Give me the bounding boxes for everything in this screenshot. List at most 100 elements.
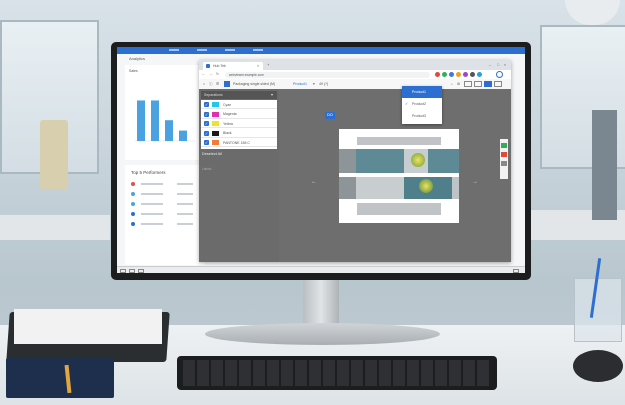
color-swatch xyxy=(212,102,219,107)
document-icon[interactable] xyxy=(224,81,230,87)
annotate-icon[interactable] xyxy=(501,161,507,166)
reject-icon[interactable] xyxy=(501,152,507,157)
row-placeholder xyxy=(141,223,163,225)
approve-icon[interactable] xyxy=(501,143,507,148)
dashboard-nav-item[interactable] xyxy=(225,49,235,51)
background-chair xyxy=(592,110,617,220)
extension-icon[interactable] xyxy=(435,72,440,77)
row-placeholder xyxy=(177,193,193,195)
color-swatch xyxy=(212,121,219,127)
taskbar-item[interactable] xyxy=(120,268,126,273)
package-bottom-flap xyxy=(357,203,441,215)
separation-checkbox[interactable]: ✓ xyxy=(204,121,209,127)
view-compare-icon[interactable] xyxy=(494,81,502,87)
extension-icon[interactable] xyxy=(442,72,447,77)
home-icon[interactable]: ⌂ xyxy=(203,82,205,86)
new-tab-button[interactable]: + xyxy=(267,62,269,67)
extension-icon[interactable] xyxy=(477,72,482,77)
dashboard-nav-item[interactable] xyxy=(169,49,179,51)
status-dot-icon xyxy=(131,182,135,186)
row-placeholder xyxy=(177,183,193,185)
separation-row[interactable]: ✓ Cyan xyxy=(201,100,277,109)
separation-row[interactable]: ✓ Magenta xyxy=(201,110,277,119)
view-split-icon[interactable] xyxy=(474,81,482,87)
separation-label: Yellow xyxy=(223,121,233,126)
layer-badge[interactable]: DO xyxy=(325,112,335,119)
dashboard-nav-item[interactable] xyxy=(253,49,263,51)
browser-tab[interactable]: Hub Tek × xyxy=(203,62,263,70)
row-placeholder xyxy=(177,203,193,205)
separation-checkbox[interactable]: ✓ xyxy=(204,111,209,117)
sales-bar-chart xyxy=(135,100,195,142)
minimize-icon[interactable]: – xyxy=(489,63,491,67)
extension-icon[interactable] xyxy=(463,72,468,77)
view-grid-icon[interactable] xyxy=(464,81,472,87)
profile-avatar[interactable] xyxy=(496,71,503,78)
extension-icon[interactable] xyxy=(456,72,461,77)
product-option[interactable]: ✓ Product2 xyxy=(402,98,442,110)
search-icon[interactable]: ⌕ xyxy=(451,82,453,86)
viewer-canvas: DO ← → xyxy=(279,89,511,262)
extension-icon[interactable] xyxy=(470,72,475,77)
sales-chart-card: Sales xyxy=(125,65,205,160)
maximize-icon[interactable]: □ xyxy=(497,63,499,67)
product-option-label: Product3 xyxy=(412,114,427,118)
list-icon[interactable]: ☰ xyxy=(216,82,219,86)
package-flap xyxy=(357,137,441,145)
zoom-level: 49 (?) xyxy=(319,82,329,86)
forward-arrow-icon[interactable]: → xyxy=(209,72,213,76)
packaging-proof xyxy=(339,129,459,223)
check-icon: ✓ xyxy=(405,101,409,106)
separation-row[interactable]: ✓ PANTONE 158 C xyxy=(201,138,277,148)
color-swatch xyxy=(212,140,219,146)
taskbar-tray-item[interactable] xyxy=(513,268,519,273)
back-arrow-icon[interactable]: ← xyxy=(202,72,206,76)
product-option[interactable]: Product3 xyxy=(402,110,442,122)
window-close-icon[interactable]: × xyxy=(504,63,506,67)
product-option-label: Product1 xyxy=(412,90,427,94)
ceiling-lamp xyxy=(565,0,620,25)
separation-checkbox[interactable]: ✓ xyxy=(204,140,209,146)
separation-checkbox[interactable]: ✓ xyxy=(204,130,209,136)
separation-checkbox[interactable]: ✓ xyxy=(204,102,209,107)
status-dot-icon xyxy=(131,222,135,226)
tab-close-icon[interactable]: × xyxy=(257,64,259,68)
dashboard-nav-item[interactable] xyxy=(197,49,207,51)
product-logo-graphic xyxy=(411,153,425,167)
deselect-all-button[interactable]: Deselect All xyxy=(202,152,222,156)
taskbar xyxy=(117,266,525,273)
browser-tab-strip: Hub Tek × + – □ × xyxy=(199,60,511,70)
separation-row[interactable]: ✓ Yellow xyxy=(201,119,277,129)
monitor-screen: Analytics Sales Top 5 Performers Hub Tek… xyxy=(117,47,525,273)
top-performer-row xyxy=(131,221,199,227)
info-icon[interactable]: ⓘ xyxy=(209,82,213,86)
right-tool-strip xyxy=(500,139,508,179)
top-performer-row xyxy=(131,181,199,187)
top-performers-title: Top 5 Performers xyxy=(131,170,166,175)
product-option[interactable]: Product1 xyxy=(402,86,442,98)
top-performer-row xyxy=(131,201,199,207)
chevron-down-icon[interactable]: ▾ xyxy=(313,82,315,86)
view-single-icon[interactable] xyxy=(484,81,492,87)
taskbar-item[interactable] xyxy=(129,268,135,273)
nav-left-icon[interactable]: ← xyxy=(311,179,317,185)
product-select[interactable]: Product1 xyxy=(293,82,307,86)
taskbar-item[interactable] xyxy=(138,268,144,273)
address-bar[interactable]: webviewer.example.com xyxy=(225,71,430,78)
address-text: webviewer.example.com xyxy=(229,72,264,77)
nav-right-icon[interactable]: → xyxy=(472,179,478,185)
settings-icon[interactable]: ⚙ xyxy=(457,82,460,86)
labels-footer: Labels xyxy=(202,167,212,171)
notebook xyxy=(14,309,162,344)
extension-icon[interactable] xyxy=(449,72,454,77)
separations-header[interactable]: Separations ▾ xyxy=(201,91,277,99)
separation-row[interactable]: ✓ Black xyxy=(201,129,277,138)
monitor-base xyxy=(205,323,440,345)
chart-bar xyxy=(151,100,159,141)
chart-bar xyxy=(179,130,187,141)
row-placeholder xyxy=(177,213,193,215)
monitor-stand xyxy=(303,280,339,326)
chevron-down-icon: ▾ xyxy=(271,92,274,97)
reload-icon[interactable]: ↻ xyxy=(216,72,219,76)
background-desk xyxy=(0,215,110,240)
